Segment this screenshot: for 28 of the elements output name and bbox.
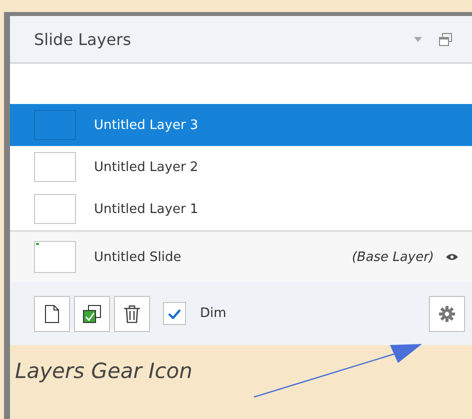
- dim-checkbox[interactable]: [163, 302, 186, 325]
- layer-row[interactable]: Untitled Layer 2: [10, 146, 472, 188]
- layer-thumbnail: [34, 110, 76, 140]
- page-icon: [45, 304, 59, 322]
- dim-label: Dim: [200, 306, 228, 321]
- layer-name[interactable]: Untitled Layer 2: [94, 160, 198, 174]
- delete-layer-button[interactable]: [114, 296, 150, 332]
- checkmark-icon: [168, 308, 181, 318]
- base-layer-label: (Base Layer): [352, 250, 434, 264]
- duplicate-layer-button[interactable]: [74, 296, 110, 332]
- layer-row[interactable]: Untitled Layer 1: [10, 188, 472, 230]
- settings-icon: [439, 306, 455, 322]
- layer-thumbnail: [34, 152, 76, 182]
- duplicate-icon: [83, 304, 101, 322]
- new-layer-button[interactable]: [34, 296, 70, 332]
- layer-row[interactable]: Untitled Layer 3: [10, 104, 472, 146]
- layer-name[interactable]: Untitled Layer 1: [94, 202, 198, 216]
- slide-thumbnail: [34, 241, 76, 273]
- base-layer-row[interactable]: Untitled Slide (Base Layer): [10, 230, 472, 282]
- layer-name[interactable]: Untitled Layer 3: [94, 118, 198, 132]
- eye-icon[interactable]: [446, 253, 458, 261]
- annotation-text: Layers Gear Icon: [15, 359, 192, 383]
- layer-thumbnail: [34, 194, 76, 224]
- restore-icon[interactable]: [439, 32, 452, 46]
- panel-title: Slide Layers: [34, 30, 132, 48]
- slide-name: Untitled Slide: [94, 250, 182, 264]
- settings-button[interactable]: [429, 296, 465, 332]
- trash-icon: [124, 304, 140, 322]
